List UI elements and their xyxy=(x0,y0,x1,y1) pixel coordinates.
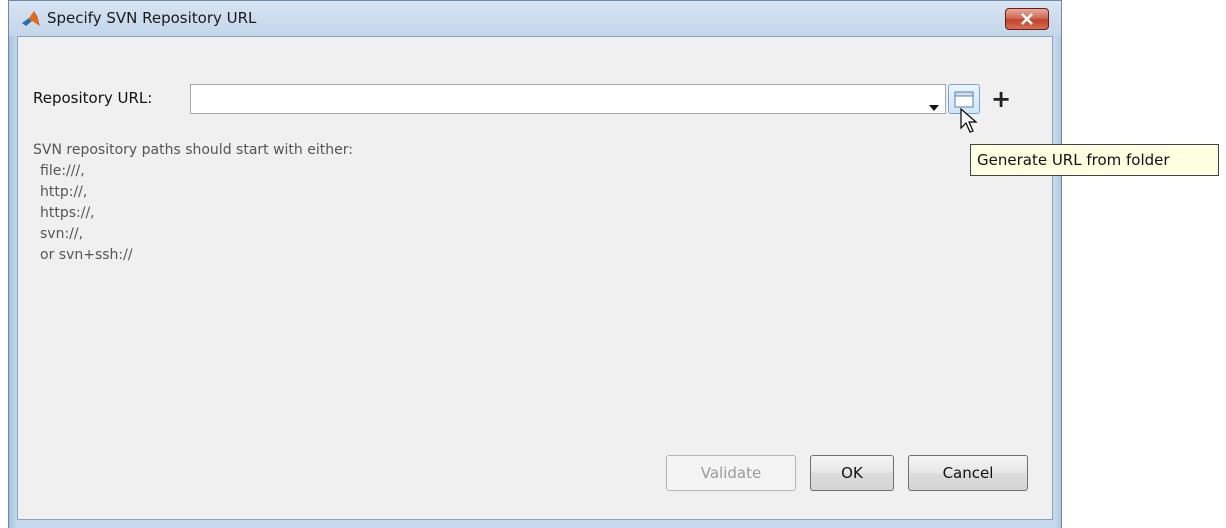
hint-line: or svn+ssh:// xyxy=(40,247,133,263)
cancel-button[interactable]: Cancel xyxy=(908,455,1028,491)
hint-line: https://, xyxy=(40,205,95,221)
hint-line: svn://, xyxy=(40,226,84,242)
close-icon xyxy=(1021,13,1033,25)
chevron-down-icon[interactable] xyxy=(929,96,939,115)
repository-url-combobox[interactable] xyxy=(190,84,946,114)
hint-line: SVN repository paths should start with e… xyxy=(33,142,353,158)
url-hint-text: SVN repository paths should start with e… xyxy=(33,140,353,266)
add-button[interactable]: + xyxy=(990,84,1012,114)
repository-url-input[interactable] xyxy=(191,85,911,113)
hint-line: file:///, xyxy=(40,163,85,179)
ok-button[interactable]: OK xyxy=(810,455,894,491)
title-bar[interactable]: Specify SVN Repository URL xyxy=(9,0,1061,36)
validate-button[interactable]: Validate xyxy=(666,455,796,491)
window-title: Specify SVN Repository URL xyxy=(47,9,257,27)
repository-url-label: Repository URL: xyxy=(33,89,153,107)
matlab-logo-icon xyxy=(21,10,41,28)
mouse-cursor-icon xyxy=(960,107,978,138)
close-button[interactable] xyxy=(1005,8,1049,30)
tooltip: Generate URL from folder xyxy=(970,144,1219,176)
folder-icon xyxy=(954,91,974,108)
hint-line: http://, xyxy=(40,184,88,200)
